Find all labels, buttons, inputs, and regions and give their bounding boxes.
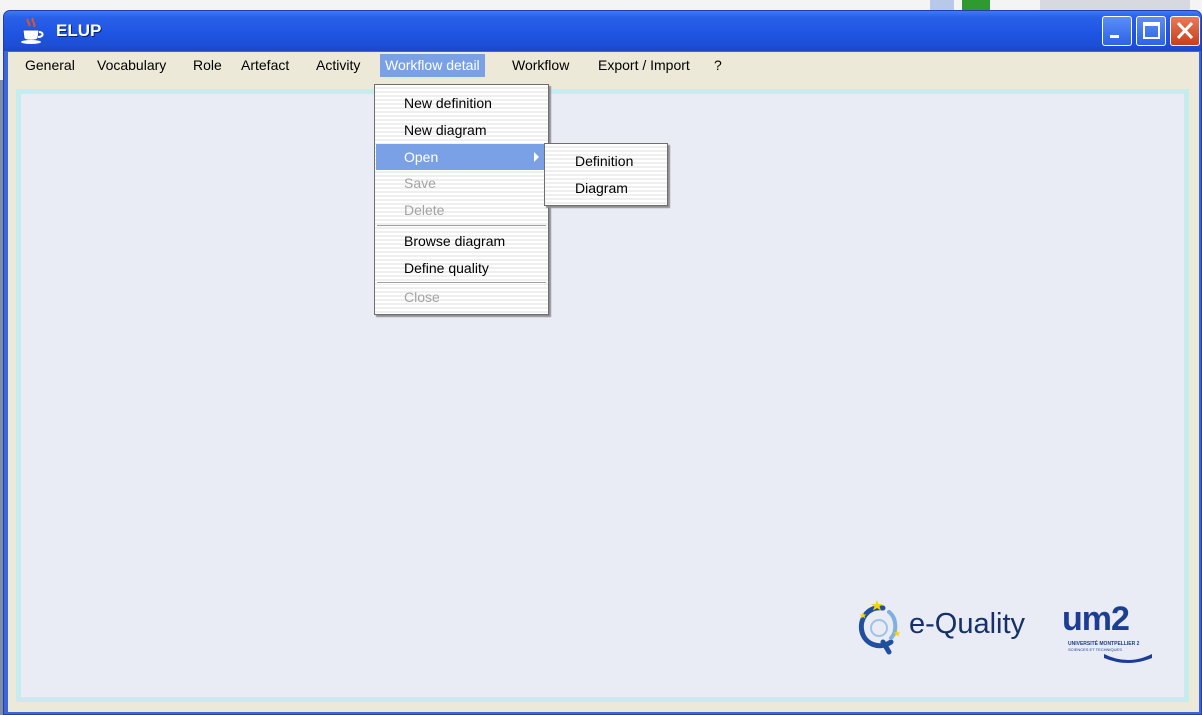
menu-item-new-definition[interactable]: New definition <box>376 90 547 116</box>
maximize-button[interactable] <box>1136 16 1166 46</box>
um2-logo: um2 UNIVERSITÉ MONTPELLIER 2 SCIENCES ET… <box>1062 600 1157 664</box>
menu-separator <box>377 225 546 227</box>
title-bar[interactable]: ELUP <box>4 11 1201 51</box>
close-icon <box>1176 21 1194 40</box>
e-quality-emblem-icon <box>858 600 901 655</box>
maximize-icon <box>1143 22 1160 39</box>
menu-item-save: Save <box>404 175 436 191</box>
menu-item-delete: Delete <box>404 202 445 218</box>
e-quality-logo: e-Quality <box>853 598 1053 656</box>
menu-item-browse-diagram[interactable]: Browse diagram <box>376 228 547 254</box>
java-cup-icon <box>21 17 44 44</box>
e-quality-logo-text: e-Quality <box>909 608 1026 640</box>
submenu-item-definition[interactable]: Definition <box>546 148 666 175</box>
menu-activity[interactable]: Activity <box>311 56 365 75</box>
menu-item-open[interactable]: Open <box>376 144 547 170</box>
open-submenu: Definition Diagram <box>544 143 668 206</box>
menu-export-import[interactable]: Export / Import <box>593 56 695 75</box>
minimize-button[interactable] <box>1102 16 1132 46</box>
menu-item-close: Close <box>404 289 440 305</box>
menu-item-new-diagram[interactable]: New diagram <box>376 117 547 143</box>
menu-help[interactable]: ? <box>709 56 727 75</box>
menu-workflow-detail[interactable]: Workflow detail <box>380 54 485 77</box>
menu-item-define-quality[interactable]: Define quality <box>376 255 547 281</box>
menu-role[interactable]: Role <box>188 56 227 75</box>
window-title: ELUP <box>56 21 102 40</box>
arrow-right-icon <box>534 152 539 162</box>
menu-bar: General Vocabulary Role Artefact Activit… <box>8 52 1199 78</box>
menu-workflow[interactable]: Workflow <box>507 56 574 75</box>
menu-artefact[interactable]: Artefact <box>236 56 294 75</box>
menu-item-open-label: Open <box>404 149 439 165</box>
menu-vocabulary[interactable]: Vocabulary <box>92 56 171 75</box>
um2-logo-text: um2 <box>1062 600 1130 638</box>
menu-general[interactable]: General <box>20 56 80 75</box>
close-button[interactable] <box>1170 16 1200 46</box>
um2-wave-icon <box>1104 654 1152 663</box>
submenu-item-diagram[interactable]: Diagram <box>546 175 666 202</box>
workflow-detail-dropdown: New definition New diagram Open Save Del… <box>374 84 549 315</box>
minimize-icon <box>1110 35 1119 38</box>
